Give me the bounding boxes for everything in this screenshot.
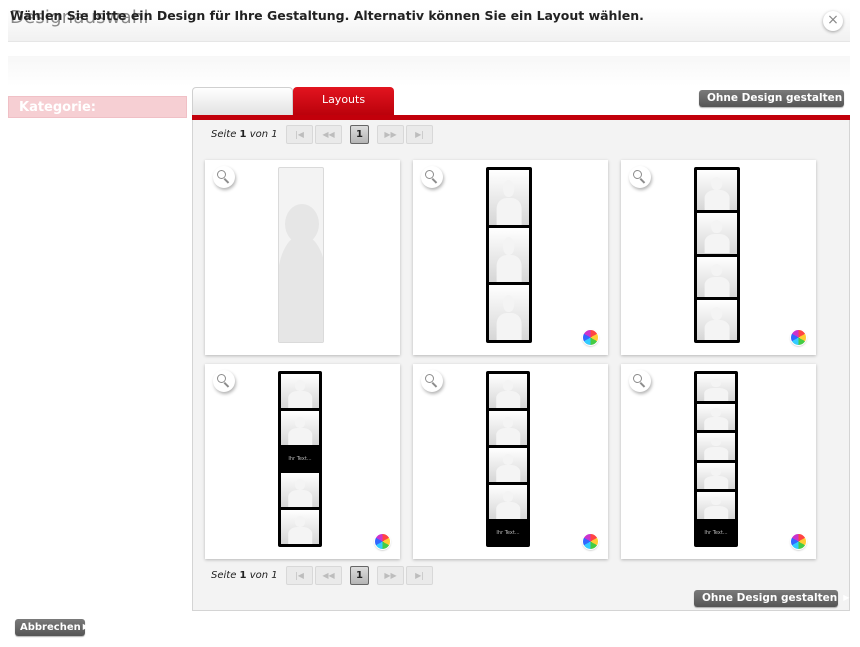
arrow-right-icon: ▶ (843, 593, 850, 602)
text-slot: Ihr Text... (704, 530, 728, 536)
person-silhouette-icon (496, 417, 520, 445)
person-silhouette-icon (704, 408, 728, 431)
first-page-button[interactable]: |◀ (286, 125, 313, 144)
photo-frame (697, 492, 735, 519)
photo-frame (697, 433, 735, 460)
zoom-icon[interactable] (213, 370, 235, 392)
person-silhouette-icon (288, 516, 312, 544)
zoom-icon[interactable] (629, 370, 651, 392)
photo-frame (489, 285, 529, 340)
layout-card-2[interactable] (413, 160, 608, 355)
person-silhouette-icon (496, 179, 522, 225)
no-design-button-top[interactable]: Ohne Design gestalten ▶ (699, 90, 854, 107)
cancel-button[interactable]: Abbrechen ▶ (15, 619, 89, 636)
person-silhouette-icon (288, 380, 312, 408)
photo-frame (489, 170, 529, 225)
layout-card-3[interactable] (621, 160, 816, 355)
photo-frame (697, 403, 735, 431)
photo-frame (489, 485, 527, 519)
person-silhouette-icon (704, 263, 730, 297)
tab-designs[interactable] (192, 87, 293, 117)
person-silhouette-icon (704, 497, 728, 519)
person-silhouette-icon (704, 306, 730, 340)
color-wheel-icon[interactable] (583, 534, 598, 549)
photo-frame (697, 256, 737, 297)
color-wheel-icon[interactable] (375, 534, 390, 549)
layout-preview (278, 167, 324, 343)
page-indicator: Seite 1 von 1 (211, 570, 278, 581)
photo-frame (697, 299, 737, 340)
photo-frame (489, 374, 527, 408)
next-page-button[interactable]: ▶▶ (377, 566, 404, 585)
category-heading: Kategorie: (8, 96, 187, 118)
photo-frame (489, 227, 529, 283)
layout-card-6[interactable]: Ihr Text... (621, 364, 816, 559)
person-silhouette-icon (496, 380, 520, 408)
photo-frame (697, 170, 737, 211)
arrow-right-icon: ▶ (848, 93, 855, 102)
photo-frame (281, 473, 319, 507)
layout-card-5[interactable]: Ihr Text... (413, 364, 608, 559)
photo-frame (281, 374, 319, 408)
photo-frame (489, 411, 527, 445)
zoom-icon[interactable] (213, 166, 235, 188)
text-slot: Ihr Text... (288, 456, 312, 462)
person-silhouette-icon (288, 417, 312, 445)
person-silhouette-icon (288, 479, 312, 507)
photo-frame (697, 213, 737, 254)
instruction-bar (8, 56, 850, 86)
person-silhouette-icon (496, 491, 520, 519)
photo-frame (697, 374, 735, 401)
person-silhouette-icon (704, 220, 730, 254)
photo-frame (281, 510, 319, 544)
prev-page-button[interactable]: ◀◀ (315, 125, 342, 144)
person-silhouette-icon (704, 467, 728, 490)
no-design-button-bottom[interactable]: Ohne Design gestalten ▶ (694, 590, 849, 607)
photo-strip: Ihr Text... (278, 371, 322, 547)
person-silhouette-icon (704, 378, 728, 401)
photo-frame (697, 462, 735, 490)
photo-strip: Ihr Text... (486, 371, 530, 547)
zoom-icon[interactable] (421, 370, 443, 392)
page-1-button[interactable]: 1 (350, 566, 369, 585)
close-icon[interactable]: × (823, 11, 843, 31)
first-page-button[interactable]: |◀ (286, 566, 313, 585)
photo-strip (694, 167, 740, 343)
last-page-button[interactable]: ▶| (406, 566, 433, 585)
layout-card-4[interactable]: Ihr Text... (205, 364, 400, 559)
last-page-button[interactable]: ▶| (406, 125, 433, 144)
person-silhouette-icon (496, 454, 520, 482)
color-wheel-icon[interactable] (791, 330, 806, 345)
photo-frame (281, 411, 319, 445)
person-silhouette-icon (496, 295, 522, 340)
color-wheel-icon[interactable] (583, 330, 598, 345)
prev-page-button[interactable]: ◀◀ (315, 566, 342, 585)
person-silhouette-icon (704, 437, 728, 460)
arrow-right-icon: ▶ (82, 622, 89, 631)
instruction-text: Wählen Sie bitte ein Design für Ihre Ges… (10, 8, 644, 23)
zoom-icon[interactable] (421, 166, 443, 188)
photo-strip: Ihr Text... (694, 371, 738, 547)
page-1-button[interactable]: 1 (350, 125, 369, 144)
person-silhouette-icon (704, 177, 730, 211)
layout-card-1[interactable] (205, 160, 400, 355)
tab-layouts[interactable]: Layouts (293, 87, 394, 117)
text-slot: Ihr Text... (496, 530, 520, 536)
photo-frame (489, 448, 527, 482)
color-wheel-icon[interactable] (791, 534, 806, 549)
photo-strip (486, 167, 532, 343)
person-silhouette-icon (496, 237, 522, 283)
zoom-icon[interactable] (629, 166, 651, 188)
page-indicator: Seite 1 von 1 (211, 129, 278, 140)
next-page-button[interactable]: ▶▶ (377, 125, 404, 144)
